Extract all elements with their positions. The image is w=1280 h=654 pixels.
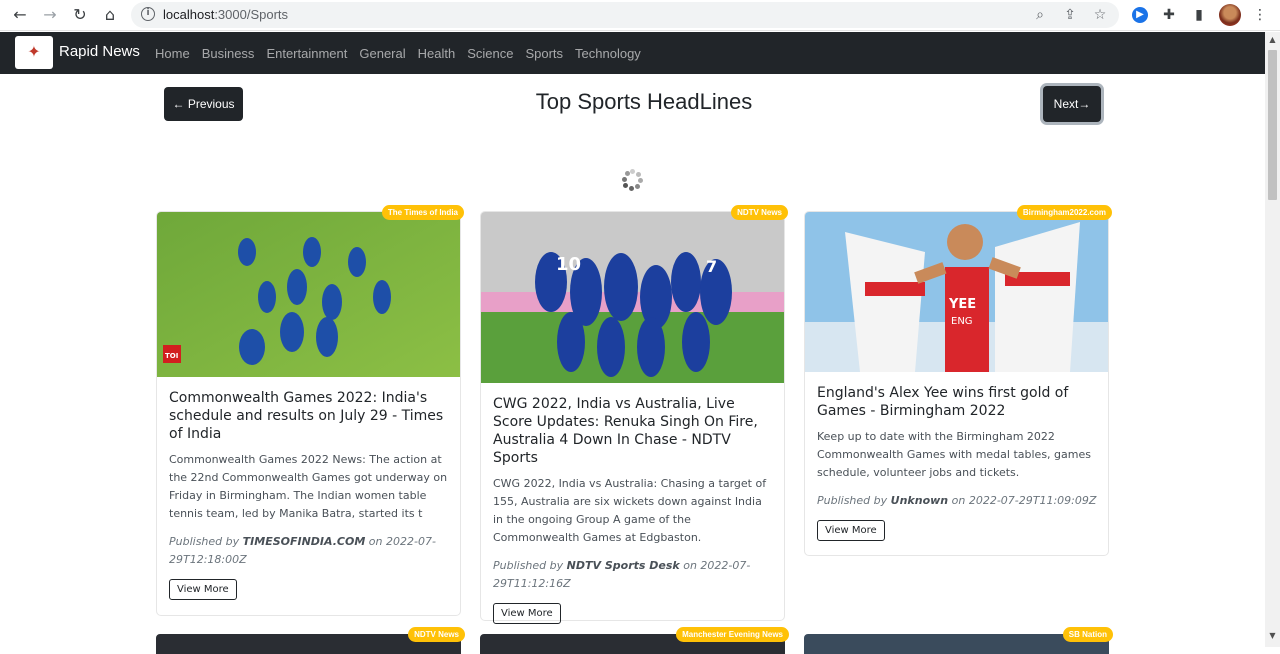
url-text[interactable]: localhost:3000/Sports: [163, 7, 288, 22]
nav-link-business[interactable]: Business: [202, 46, 255, 61]
nav-link-health[interactable]: Health: [418, 46, 456, 61]
card-description: CWG 2022, India vs Australia: Chasing a …: [493, 477, 767, 544]
card-date: 2022-07-29T11:09:09Z: [968, 494, 1097, 507]
card-description: Keep up to date with the Birmingham 2022…: [817, 430, 1091, 479]
scroll-down-arrow-icon[interactable]: ▼: [1268, 632, 1277, 640]
share-icon[interactable]: ⇪: [1061, 6, 1079, 24]
news-image: TOI: [157, 212, 460, 377]
source-badge: NDTV News: [408, 627, 465, 642]
bookmark-star-icon[interactable]: ☆: [1091, 6, 1109, 24]
forward-icon[interactable]: →: [40, 5, 60, 25]
nav-links: Home Business Entertainment General Heal…: [155, 46, 653, 61]
card-author: NDTV Sports Desk: [566, 559, 680, 572]
view-more-button[interactable]: View More: [169, 579, 237, 600]
back-icon[interactable]: ←: [10, 5, 30, 25]
nav-link-entertainment[interactable]: Entertainment: [266, 46, 347, 61]
card-body: CWG 2022, India vs Australia, Live Score…: [493, 395, 775, 624]
compass-icon: ✦: [27, 42, 41, 61]
zoom-icon[interactable]: ⌕: [1031, 6, 1049, 24]
scroll-up-arrow-icon[interactable]: ▲: [1268, 36, 1277, 44]
svg-text:ENG: ENG: [951, 316, 973, 327]
card-meta: Published by Unknown on 2022-07-29T11:09…: [817, 494, 1097, 507]
source-badge: Birmingham2022.com: [1016, 205, 1112, 220]
svg-text:7: 7: [706, 257, 717, 276]
scroll-thumb[interactable]: [1268, 50, 1277, 200]
card-description: Commonwealth Games 2022 News: The action…: [169, 453, 448, 520]
view-more-button[interactable]: View More: [817, 520, 885, 541]
menu-kebab-icon[interactable]: ⋮: [1250, 5, 1270, 25]
svg-text:TOI: TOI: [165, 352, 178, 360]
view-more-button[interactable]: View More: [493, 603, 561, 624]
nav-link-general[interactable]: General: [359, 46, 405, 61]
svg-text:10: 10: [556, 254, 581, 275]
loading-spinner-icon: [622, 169, 644, 191]
side-panel-icon[interactable]: ▮: [1189, 5, 1209, 25]
card-body: Commonwealth Games 2022: India's schedul…: [169, 389, 451, 600]
card-meta: Published by NDTV Sports Desk on 2022-07…: [493, 559, 751, 590]
extension-icon[interactable]: ▶: [1132, 7, 1148, 23]
card-title: CWG 2022, India vs Australia, Live Score…: [493, 396, 758, 466]
address-bar[interactable]: i localhost:3000/Sports ⌕ ⇪ ☆: [131, 2, 1119, 28]
browser-toolbar: ← → ↻ ⌂ i localhost:3000/Sports ⌕ ⇪ ☆ ▶ …: [0, 0, 1280, 31]
nav-link-home[interactable]: Home: [155, 46, 190, 61]
card-title: Commonwealth Games 2022: India's schedul…: [169, 390, 444, 442]
card-title: England's Alex Yee wins first gold of Ga…: [817, 385, 1069, 419]
nav-link-technology[interactable]: Technology: [575, 46, 641, 61]
card-author: TIMESOFINDIA.COM: [242, 535, 366, 548]
next-button[interactable]: Next→: [1043, 86, 1101, 122]
card-body: England's Alex Yee wins first gold of Ga…: [817, 384, 1099, 541]
source-badge: The Times of India: [381, 205, 464, 220]
news-card: SB Nation: [804, 627, 1113, 654]
source-badge: Manchester Evening News: [676, 627, 789, 642]
news-card: YEE ENG Birmingham2022.com England's Ale…: [804, 205, 1112, 556]
nav-link-science[interactable]: Science: [467, 46, 513, 61]
svg-text:YEE: YEE: [948, 297, 976, 312]
news-image: YEE ENG: [805, 212, 1108, 372]
site-info-icon[interactable]: i: [141, 7, 155, 21]
source-badge: SB Nation: [1062, 627, 1113, 642]
card-author: Unknown: [890, 494, 949, 507]
site-navbar: ✦ Rapid News Home Business Entertainment…: [0, 32, 1265, 74]
page-scrollbar[interactable]: ▲ ▼: [1265, 32, 1280, 647]
brand-name[interactable]: Rapid News: [59, 43, 140, 60]
news-image: 10 7: [481, 212, 784, 383]
profile-avatar[interactable]: [1219, 4, 1241, 26]
extensions-puzzle-icon[interactable]: ✚: [1159, 5, 1179, 25]
nav-link-sports[interactable]: Sports: [525, 46, 563, 61]
source-badge: NDTV News: [731, 205, 788, 220]
news-card: NDTV News: [156, 627, 465, 654]
news-card: 10 7 NDTV News CWG 2022, India vs Austra…: [480, 205, 788, 624]
news-card: TOI The Times of India Commonwealth Game…: [156, 205, 464, 616]
brand-logo[interactable]: ✦: [15, 36, 53, 69]
news-card: Manchester Evening News: [480, 627, 789, 654]
home-icon[interactable]: ⌂: [100, 5, 120, 25]
reload-icon[interactable]: ↻: [70, 5, 90, 25]
card-meta: Published by TIMESOFINDIA.COM on 2022-07…: [169, 535, 436, 566]
